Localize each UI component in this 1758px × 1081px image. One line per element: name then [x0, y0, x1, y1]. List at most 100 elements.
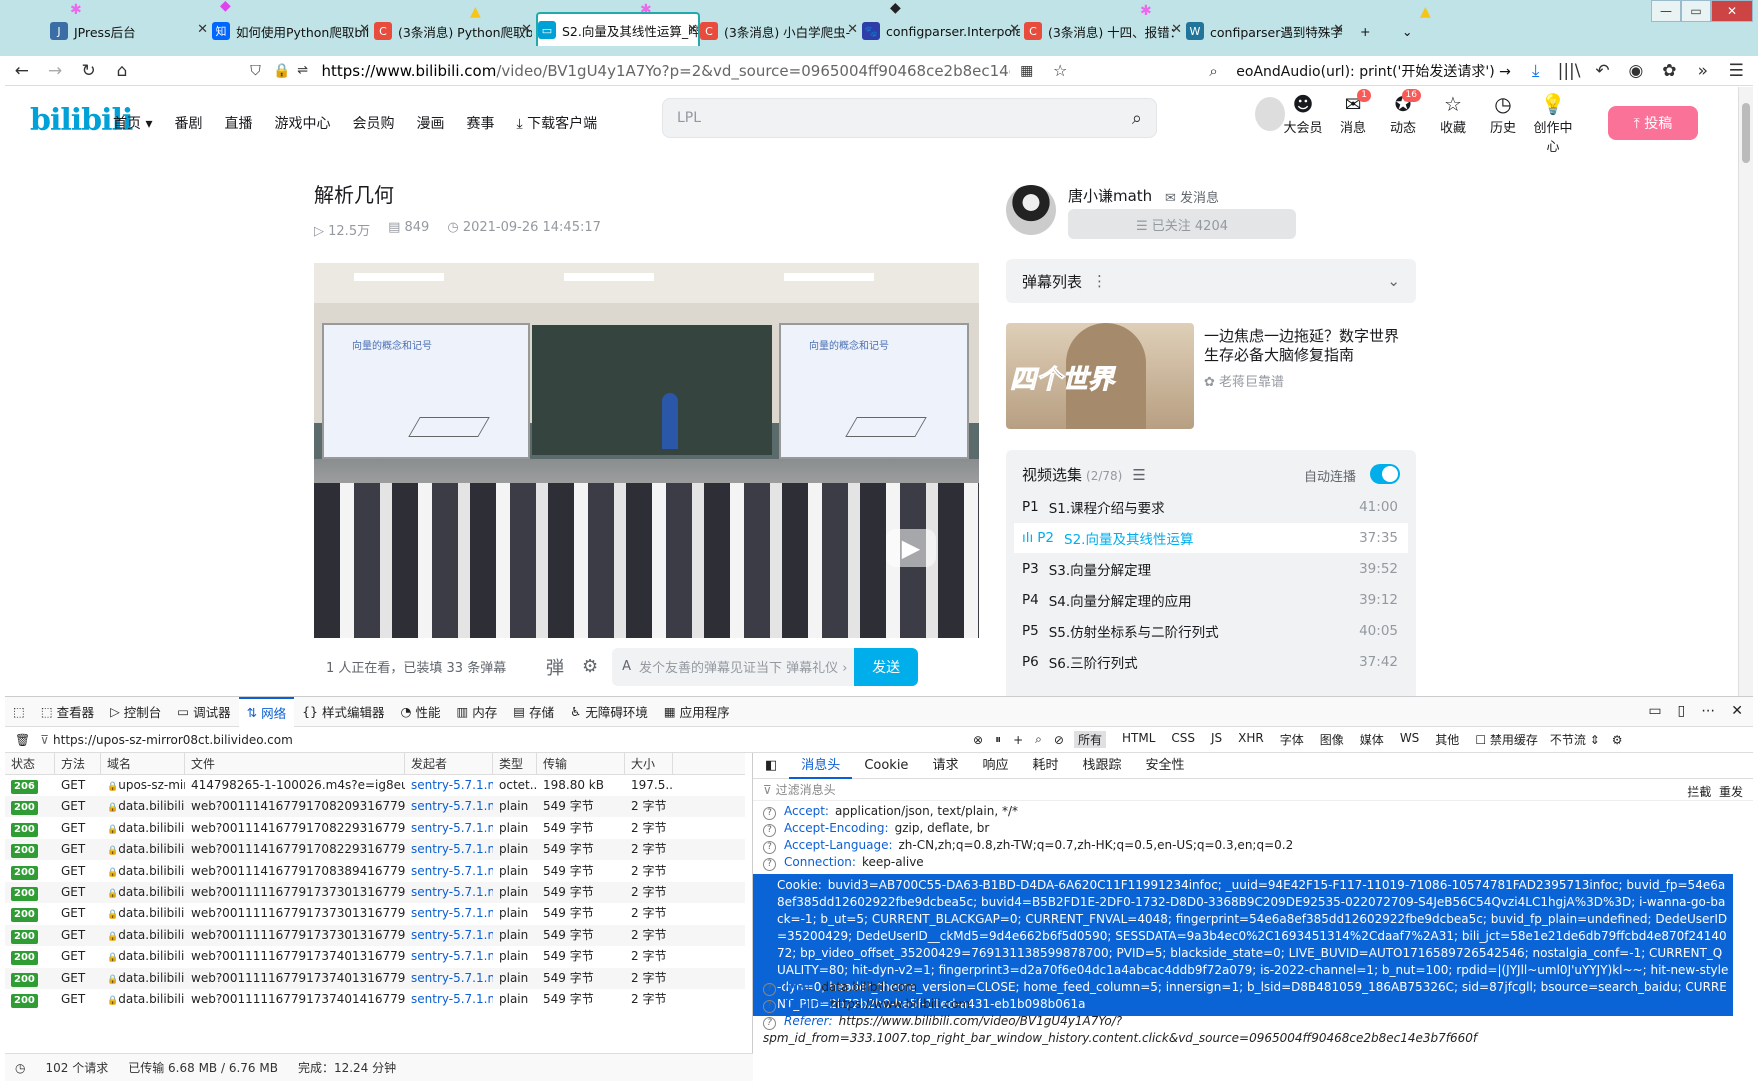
table-row[interactable]: 200 GET 🔒data.bilibili.... web?001114167791… — [5, 817, 745, 839]
help-icon[interactable]: ? — [763, 983, 776, 996]
browser-tab[interactable]: 知如何使用Python爬取bili ✕ — [212, 14, 370, 48]
pause-icon[interactable]: ⏸ — [995, 732, 1001, 747]
type-filter[interactable]: 字体 — [1280, 731, 1304, 748]
search-icon[interactable]: ⌕ — [1197, 57, 1230, 85]
detail-tab[interactable]: 栈跟踪 — [1070, 753, 1133, 779]
recommended-video[interactable]: 四个世界 一边焦虑一边拖延？数字世界生存必备大脑修复指南 ✿ 老蒋巨靠谱 — [1006, 323, 1416, 431]
follow-button[interactable]: ☰ 已关注 4204 — [1068, 209, 1296, 239]
recommended-thumbnail[interactable]: 四个世界 — [1006, 323, 1194, 429]
browser-tab[interactable]: C (3条消息) 小白学爬虫- ✕ — [700, 14, 858, 48]
help-icon[interactable]: ? — [763, 1000, 776, 1013]
disable-cache-checkbox[interactable]: ☐ 禁用缓存 — [1475, 731, 1538, 748]
throttle-select[interactable]: 不节流 ⇕ — [1550, 731, 1600, 748]
autoplay-toggle[interactable] — [1370, 464, 1400, 484]
nav-item[interactable]: 漫画 — [416, 113, 444, 133]
episode-item[interactable]: P5 S5.仿射坐标系与二阶行列式 40:05 — [1014, 616, 1408, 646]
detail-tab[interactable]: 耗时 — [1020, 753, 1070, 779]
text-style-icon[interactable]: A — [622, 659, 631, 674]
danmaku-list-panel[interactable]: 弹幕列表 ⋮ ⌄ — [1006, 259, 1416, 303]
episode-item[interactable]: P3 S3.向量分解定理 39:52 — [1014, 554, 1408, 584]
close-tab-icon[interactable]: ✕ — [1171, 22, 1182, 37]
detail-tab[interactable]: 响应 — [970, 753, 1020, 779]
trash-icon[interactable]: 🗑 — [15, 733, 30, 747]
header-creator[interactable]: 💡 创作中心 — [1529, 91, 1577, 155]
help-icon[interactable]: ? — [763, 807, 776, 820]
browser-tab[interactable]: 🐾 configparser.Interpola ✕ — [862, 14, 1020, 48]
devtools-tab[interactable]: ⬚ 查看器 — [33, 697, 102, 727]
library-icon[interactable]: |||\ — [1552, 57, 1585, 85]
column-header[interactable]: 域名 — [101, 753, 185, 775]
close-tab-icon[interactable]: ✕ — [847, 22, 858, 37]
header-line[interactable]: ? Origin: https://www.bilibili.com — [763, 996, 1733, 1013]
danmaku-toggle-icon[interactable]: 弾 — [546, 654, 564, 680]
table-row[interactable]: 200 GET 🔒data.bilibili.... web?001114167791… — [5, 860, 745, 882]
nav-item[interactable]: 直播 — [224, 113, 252, 133]
detail-tab[interactable]: Cookie — [852, 753, 920, 779]
close-tab-icon[interactable]: ✕ — [197, 22, 208, 37]
scrollbar-thumb[interactable] — [1742, 103, 1750, 163]
extension-puzzle-icon[interactable]: ✿ — [1653, 57, 1686, 85]
column-header[interactable]: 发起者 — [405, 753, 493, 775]
detail-tab[interactable]: 消息头 — [789, 753, 853, 779]
table-row[interactable]: 200 GET 🔒data.bilibili.... web?001111167791… — [5, 989, 745, 1010]
devtools-tab[interactable]: ◔ 性能 — [393, 697, 449, 727]
dock-icon[interactable]: ▭ — [1648, 703, 1661, 719]
column-header[interactable]: 方法 — [55, 753, 101, 775]
menu-icon[interactable]: ☰ — [1720, 57, 1753, 85]
type-filter[interactable]: WS — [1400, 731, 1419, 748]
search-icon[interactable]: ⌕ — [1035, 732, 1042, 747]
table-row[interactable]: 200 GET 🔒data.bilibili.... web?001111167791… — [5, 882, 745, 903]
nav-item[interactable]: 游戏中心 — [274, 113, 330, 133]
video-player[interactable]: 向量的概念和记号 向量的概念和记号 ▶ — [314, 263, 979, 638]
devtools-tab[interactable]: ⇅ 网络 — [238, 696, 295, 727]
column-header[interactable]: 状态 — [5, 753, 55, 775]
table-row[interactable]: 200 GET 🔒data.bilibili.... web?001111167791… — [5, 967, 745, 989]
recommended-title[interactable]: 一边焦虑一边拖延？数字世界生存必备大脑修复指南 — [1204, 327, 1410, 365]
overflow-icon[interactable]: » — [1686, 57, 1719, 85]
type-filter[interactable]: JS — [1211, 731, 1222, 748]
type-filter[interactable]: 其他 — [1435, 731, 1459, 748]
element-picker-icon[interactable]: ⬚ — [5, 697, 33, 727]
type-filter[interactable]: XHR — [1238, 731, 1264, 748]
block-icon[interactable]: ⊘ — [1054, 733, 1064, 747]
browser-tab[interactable]: J JPress后台 ✕ — [50, 14, 208, 48]
bookmark-star-icon[interactable]: ☆ — [1043, 57, 1076, 85]
table-row[interactable]: 206 GET 🔒upos-sz-mir... 414798265-1-100026.… — [5, 775, 745, 796]
browser-tab[interactable]: C (3条消息) 十四、报错： ✕ — [1024, 14, 1182, 48]
settings-gear-icon[interactable]: ⚙ — [1612, 733, 1623, 747]
list-view-icon[interactable]: ☰ — [1132, 466, 1145, 484]
nav-item[interactable]: 番剧 — [174, 113, 202, 133]
type-filter[interactable]: 所有 — [1073, 731, 1106, 748]
url-filter-input[interactable]: https://upos-sz-mirror08ct.bilivideo.com — [53, 733, 973, 747]
type-filter[interactable]: HTML — [1122, 731, 1155, 748]
responsive-icon[interactable]: ▯ — [1678, 703, 1686, 719]
maximize-button[interactable]: ▭ — [1681, 0, 1711, 22]
table-row[interactable]: 200 GET 🔒data.bilibili.... web?001111167791… — [5, 924, 745, 946]
episode-item[interactable]: P1 S1.课程介绍与要求 41:00 — [1014, 492, 1408, 522]
table-row[interactable]: 200 GET 🔒data.bilibili.... web?001111167791… — [5, 946, 745, 968]
resend-button[interactable]: 重发 — [1719, 785, 1743, 799]
type-filter[interactable]: CSS — [1171, 731, 1195, 748]
header-line[interactable]: ? Connection: keep-alive — [763, 854, 1733, 871]
close-tab-icon[interactable]: ✕ — [1009, 22, 1020, 37]
send-message-link[interactable]: ✉ 发消息 — [1165, 187, 1219, 206]
episode-item[interactable]: P6 S6.三阶行列式 37:42 — [1014, 647, 1408, 677]
help-icon[interactable]: ? — [763, 858, 776, 871]
panel-toggle-icon[interactable]: ◧ — [753, 753, 789, 779]
undo-close-icon[interactable]: ↶ — [1586, 57, 1619, 85]
devtools-tab[interactable]: ▷ 控制台 — [102, 697, 169, 727]
download-icon[interactable]: ⤓ — [1519, 57, 1552, 85]
block-button[interactable]: 拦截 — [1687, 785, 1711, 799]
episode-item[interactable]: P4 S4.向量分解定理的应用 39:12 — [1014, 585, 1408, 615]
header-favorites[interactable]: ☆ 收藏 — [1429, 91, 1477, 136]
column-header[interactable]: 大小 — [625, 753, 673, 775]
nav-item[interactable]: ⤓ 下载客户端 — [516, 113, 597, 133]
close-tab-icon[interactable]: ✕ — [359, 22, 370, 37]
header-line[interactable]: ? Accept-Encoding: gzip, deflate, br — [763, 820, 1733, 837]
close-tab-icon[interactable]: ✕ — [521, 22, 532, 37]
type-filter[interactable]: 图像 — [1320, 731, 1344, 748]
episode-item[interactable]: ılı P2 S2.向量及其线性运算 37:35 — [1014, 523, 1408, 553]
devtools-tab[interactable]: ♿ 无障碍环境 — [562, 697, 656, 727]
nav-item[interactable]: 会员购 — [352, 113, 394, 133]
more-options-icon[interactable]: ⋯ — [1701, 703, 1715, 719]
